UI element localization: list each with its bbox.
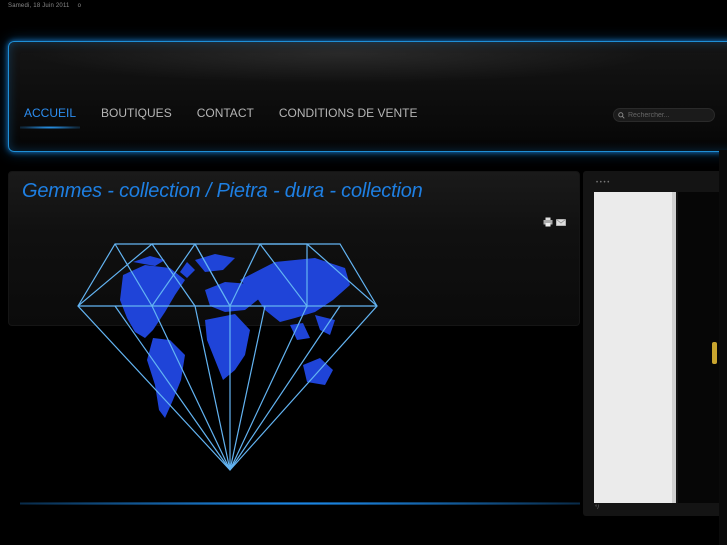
search-input[interactable] — [628, 111, 708, 119]
side-image — [594, 192, 676, 503]
right-edge-strip — [719, 150, 727, 545]
side-image-edge — [672, 192, 676, 503]
search-icon — [618, 111, 625, 119]
search-box[interactable] — [613, 108, 715, 122]
main-nav: ACCUEIL BOUTIQUES CONTACT CONDITIONS DE … — [19, 106, 443, 129]
topbar-extra: o — [77, 3, 82, 9]
bottom-glow-divider — [20, 502, 580, 505]
nav-item-contact[interactable]: CONTACT — [197, 106, 254, 120]
email-icon[interactable] — [556, 219, 566, 226]
gold-decoration — [712, 342, 717, 364]
diamond-world-map-image — [77, 243, 378, 471]
print-icon[interactable] — [543, 217, 553, 227]
page-title: Gemmes - collection / Pietra - dura - co… — [22, 180, 423, 202]
side-panel-label: • • • • — [596, 180, 610, 186]
nav-item-accueil[interactable]: ACCUEIL — [19, 106, 81, 129]
top-date-bar: Samedi, 18 Juin 2011 o — [8, 3, 81, 9]
side-footer-mark: °/ — [595, 505, 600, 511]
nav-item-boutiques[interactable]: BOUTIQUES — [101, 106, 172, 120]
header-banner: ACCUEIL BOUTIQUES CONTACT CONDITIONS DE … — [8, 41, 727, 152]
nav-item-conditions-de-vente[interactable]: CONDITIONS DE VENTE — [279, 106, 418, 120]
current-date: Samedi, 18 Juin 2011 — [8, 3, 70, 9]
